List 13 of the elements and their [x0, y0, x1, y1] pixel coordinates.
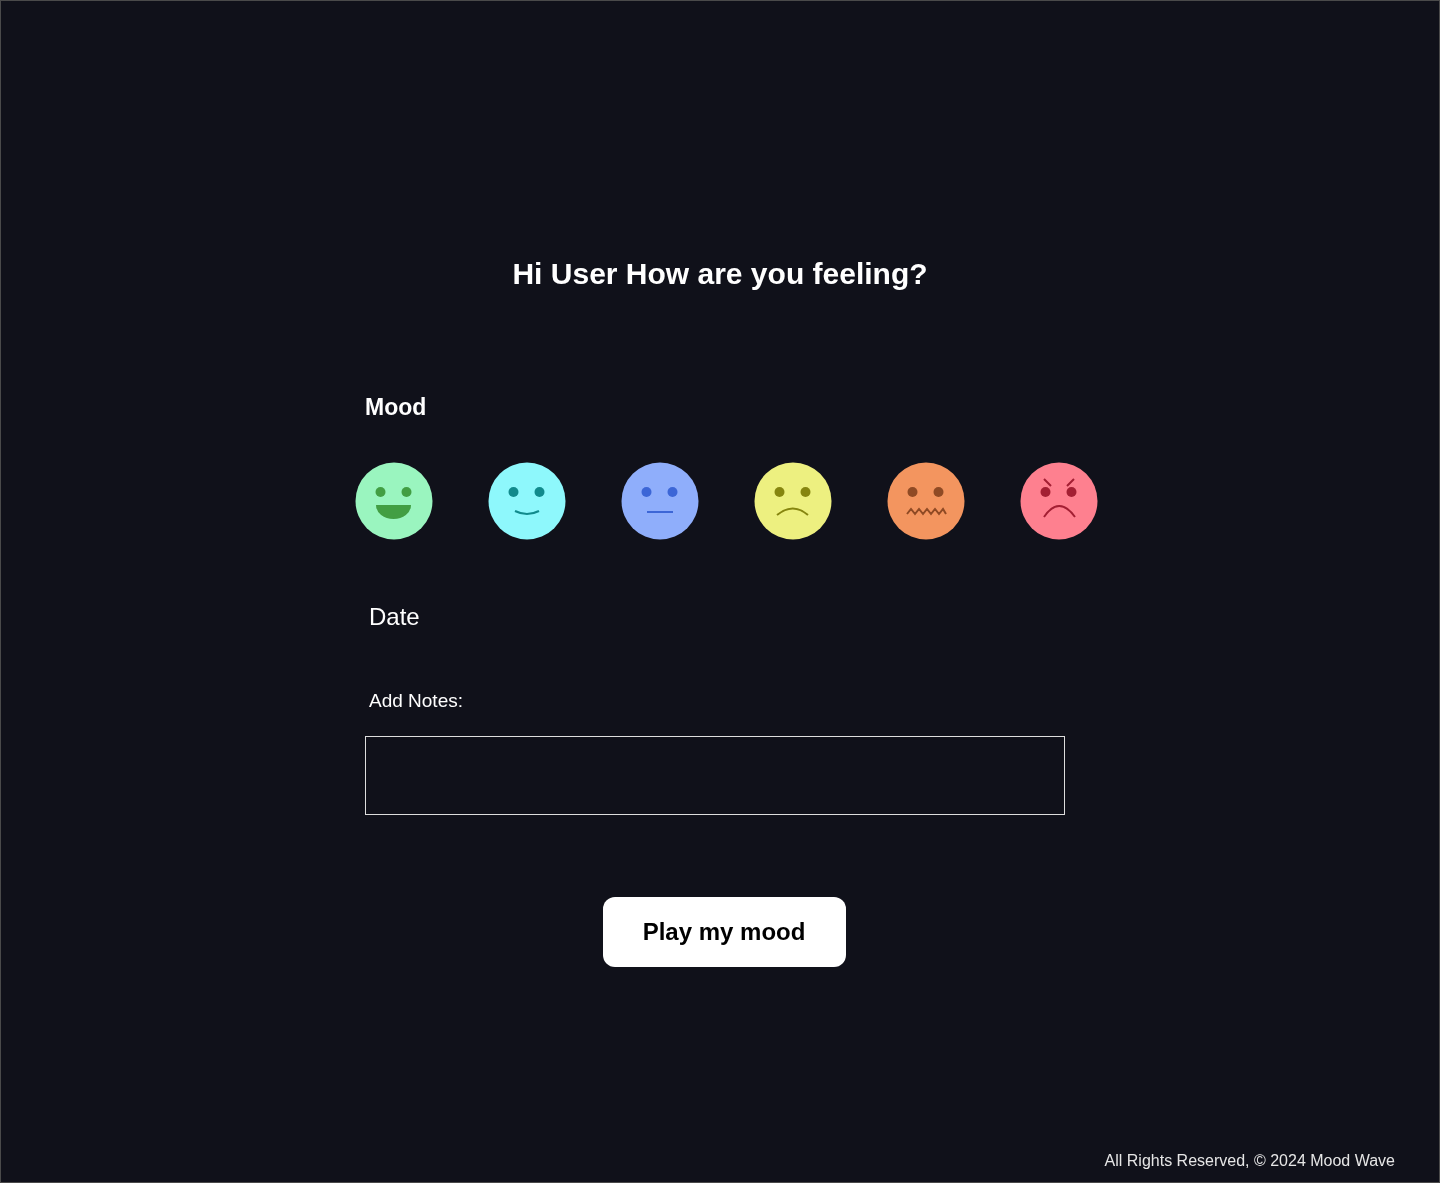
notes-field[interactable]: [365, 736, 1065, 815]
anxious-face-icon[interactable]: [887, 462, 965, 540]
mood-label: Mood: [365, 393, 427, 422]
grin-face-icon[interactable]: [355, 462, 433, 540]
notes-label: Add Notes:: [369, 689, 463, 713]
sad-face-icon[interactable]: [754, 462, 832, 540]
date-label: Date: [369, 602, 420, 632]
footer-text: All Rights Reserved, © 2024 Mood Wave: [1104, 1152, 1395, 1170]
page-title: Hi User How are you feeling?: [512, 256, 928, 292]
play-button[interactable]: Play my mood: [602, 897, 846, 967]
neutral-face-icon[interactable]: [621, 462, 699, 540]
smile-face-icon[interactable]: [488, 462, 566, 540]
angry-face-icon[interactable]: [1020, 462, 1098, 540]
